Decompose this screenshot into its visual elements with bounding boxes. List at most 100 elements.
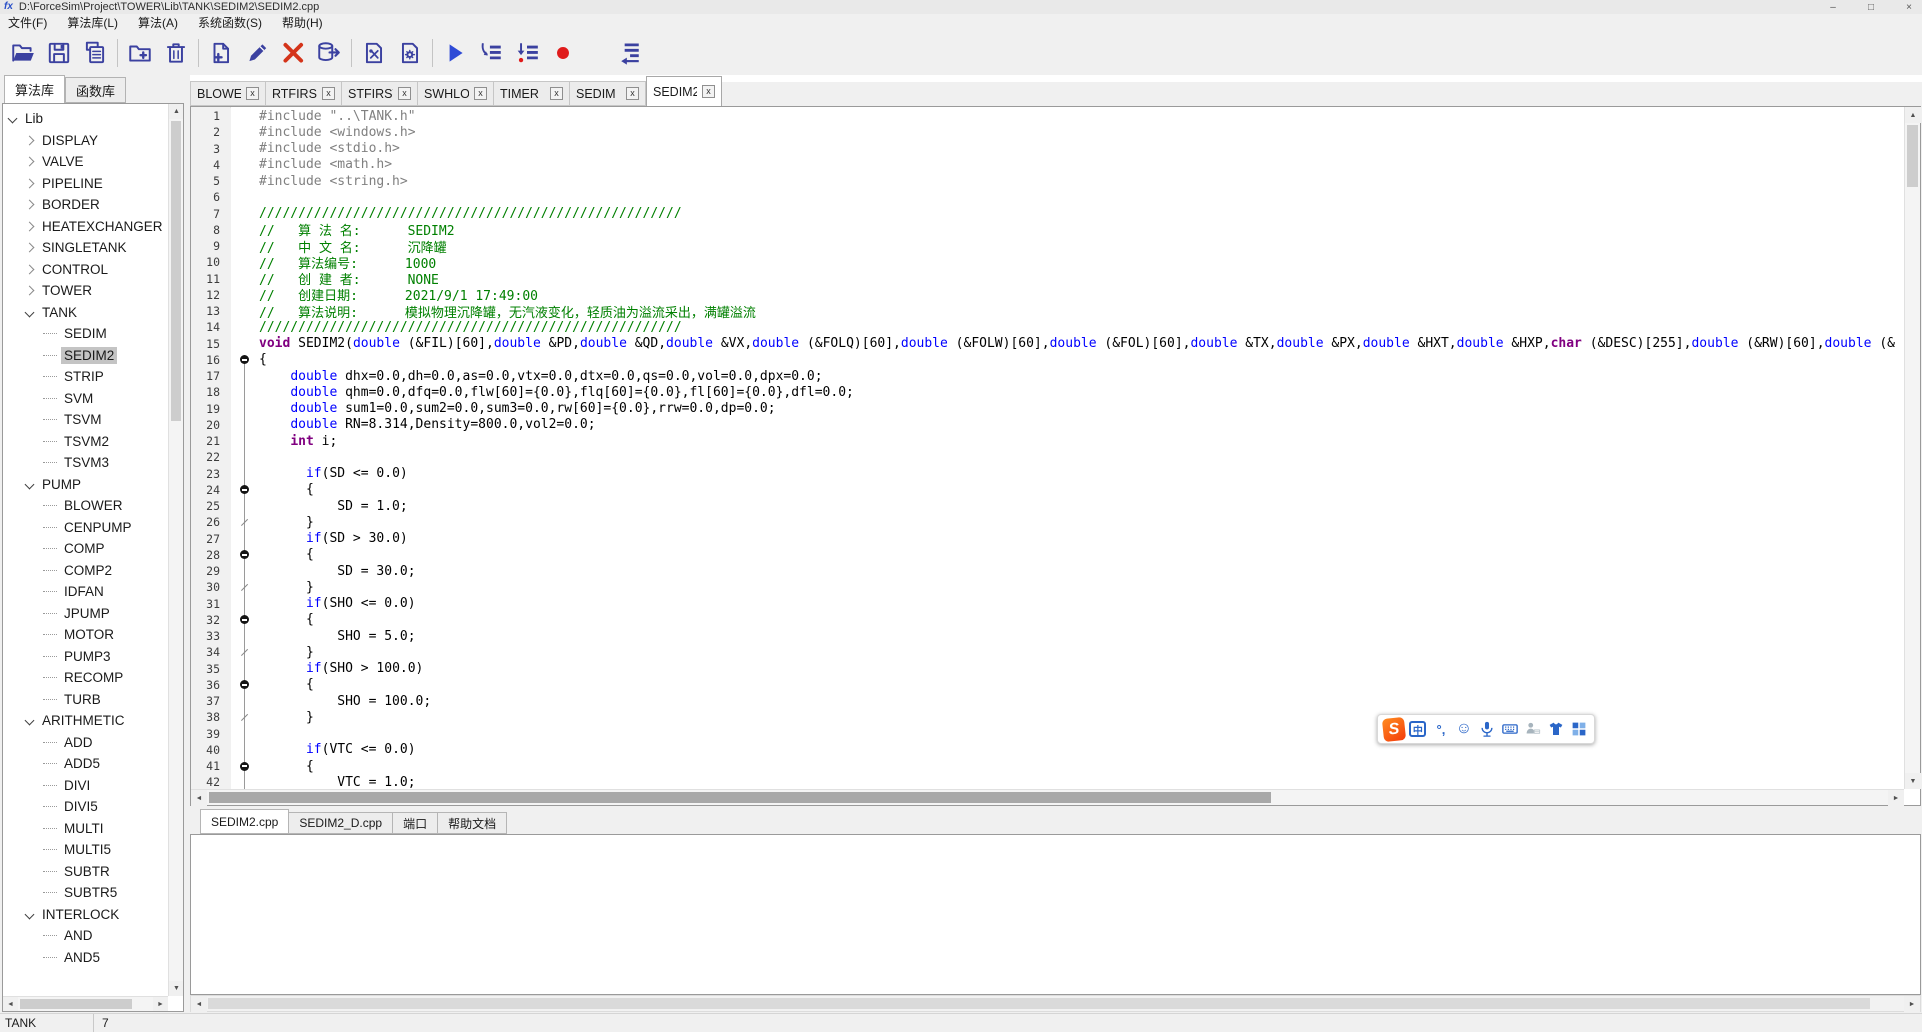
tree-item-tsvm[interactable]: TSVM xyxy=(3,409,168,431)
scroll-left-arrow[interactable]: ◄ xyxy=(191,790,207,806)
code-line-37[interactable]: 37 SHO = 100.0; xyxy=(191,693,1904,709)
close-tab-icon[interactable]: x xyxy=(398,87,411,100)
close-tab-icon[interactable]: x xyxy=(322,87,335,100)
output-horizontal-scrollbar[interactable]: ◄ ► xyxy=(190,995,1921,1012)
scroll-right-arrow[interactable]: ► xyxy=(1888,790,1904,806)
collapse-icon[interactable] xyxy=(240,762,249,771)
close-tab-icon[interactable]: x xyxy=(702,85,715,98)
editor-tab-sedim2[interactable]: SEDIM2x xyxy=(646,76,722,106)
step-return-button[interactable] xyxy=(611,36,647,70)
code-line-9[interactable]: 9// 中 文 名: 沉降罐 xyxy=(191,238,1904,254)
editor-vertical-scrollbar[interactable]: ▲ ▼ xyxy=(1904,107,1920,789)
fold-marker[interactable] xyxy=(231,612,259,628)
fold-marker[interactable] xyxy=(231,352,259,368)
tree-item-sedim[interactable]: SEDIM xyxy=(3,323,168,345)
editor-tab-swhlo[interactable]: SWHLOx xyxy=(418,81,494,106)
scrollbar-thumb[interactable] xyxy=(171,121,181,421)
code-line-33[interactable]: 33 SHO = 5.0; xyxy=(191,628,1904,644)
fold-marker[interactable] xyxy=(231,547,259,563)
code-line-29[interactable]: 29 SD = 30.0; xyxy=(191,563,1904,579)
code-line-42[interactable]: 42 VTC = 1.0; xyxy=(191,774,1904,789)
code-line-16[interactable]: 16{ xyxy=(191,352,1904,368)
close-tab-icon[interactable]: x xyxy=(550,87,563,100)
document-tab-端口[interactable]: 端口 xyxy=(393,812,438,834)
tree-item-sedim2[interactable]: SEDIM2 xyxy=(3,345,168,367)
code-line-2[interactable]: 2#include <windows.h> xyxy=(191,124,1904,140)
record-button[interactable] xyxy=(545,36,581,70)
code-line-31[interactable]: 31 if(SHO <= 0.0) xyxy=(191,596,1904,612)
chevron-down-icon[interactable] xyxy=(25,479,35,489)
code-line-26[interactable]: 26 } xyxy=(191,514,1904,530)
scrollbar-thumb[interactable] xyxy=(20,999,132,1009)
step-into-button[interactable] xyxy=(473,36,509,70)
tree-item-subtr5[interactable]: SUBTR5 xyxy=(3,882,168,904)
code-line-40[interactable]: 40 if(VTC <= 0.0) xyxy=(191,742,1904,758)
fold-marker[interactable] xyxy=(231,579,259,595)
chevron-right-icon[interactable] xyxy=(25,200,35,210)
tree-vertical-scrollbar[interactable]: ▲ ▼ xyxy=(168,104,183,996)
scroll-right-arrow[interactable]: ► xyxy=(1904,996,1920,1012)
code-line-41[interactable]: 41 { xyxy=(191,758,1904,774)
file-tools-button[interactable] xyxy=(356,36,392,70)
dict-button[interactable] xyxy=(1523,717,1543,741)
toolbox-button[interactable] xyxy=(1569,717,1589,741)
close-tab-icon[interactable]: x xyxy=(626,87,639,100)
menu-item-5[interactable]: 帮助(H) xyxy=(282,14,323,31)
code-line-38[interactable]: 38 } xyxy=(191,709,1904,725)
emoji-button[interactable]: ☺ xyxy=(1454,717,1474,741)
tree-item-cenpump[interactable]: CENPUMP xyxy=(3,517,168,539)
tree-item-divi[interactable]: DIVI xyxy=(3,775,168,797)
editor-tab-blower[interactable]: BLOWERx xyxy=(190,81,266,106)
tree-item-blower[interactable]: BLOWER xyxy=(3,495,168,517)
code-line-27[interactable]: 27 if(SD > 30.0) xyxy=(191,531,1904,547)
sogou-logo[interactable]: S xyxy=(1382,716,1406,741)
code-line-35[interactable]: 35 if(SHO > 100.0) xyxy=(191,661,1904,677)
tree-item-multi5[interactable]: MULTI5 xyxy=(3,839,168,861)
tree-item-strip[interactable]: STRIP xyxy=(3,366,168,388)
code-line-21[interactable]: 21 int i; xyxy=(191,433,1904,449)
menu-item-4[interactable]: 系统函数(S) xyxy=(198,14,262,31)
tree-item-turb[interactable]: TURB xyxy=(3,689,168,711)
tree-item-pump[interactable]: PUMP xyxy=(3,474,168,496)
document-tab-sedim2.cpp[interactable]: SEDIM2.cpp xyxy=(200,809,289,834)
code-line-10[interactable]: 10// 算法编号: 1000 xyxy=(191,254,1904,270)
minimize-button[interactable]: – xyxy=(1826,2,1840,13)
code-line-7[interactable]: 7///////////////////////////////////////… xyxy=(191,206,1904,222)
maximize-button[interactable]: □ xyxy=(1864,2,1878,13)
code-line-6[interactable]: 6 xyxy=(191,189,1904,205)
chinese-mode-button[interactable]: 中 xyxy=(1408,717,1428,741)
fold-marker[interactable] xyxy=(231,482,259,498)
fold-marker[interactable] xyxy=(231,644,259,660)
chevron-down-icon[interactable] xyxy=(25,909,35,919)
collapse-icon[interactable] xyxy=(240,485,249,494)
save-button[interactable] xyxy=(41,36,77,70)
editor-tab-rtfirst[interactable]: RTFIRSTx xyxy=(266,81,342,106)
chevron-right-icon[interactable] xyxy=(25,243,35,253)
scroll-down-arrow[interactable]: ▼ xyxy=(169,981,184,996)
tree-item-pump3[interactable]: PUMP3 xyxy=(3,646,168,668)
code-line-19[interactable]: 19 double sum1=0.0,sum2=0.0,sum3=0.0,rw[… xyxy=(191,401,1904,417)
code-line-12[interactable]: 12// 创建日期: 2021/9/1 17:49:00 xyxy=(191,287,1904,303)
tree-item-tower[interactable]: TOWER xyxy=(3,280,168,302)
tree-item-valve[interactable]: VALVE xyxy=(3,151,168,173)
code-line-30[interactable]: 30 } xyxy=(191,579,1904,595)
file-settings-button[interactable] xyxy=(392,36,428,70)
code-line-1[interactable]: 1#include "..\TANK.h" xyxy=(191,108,1904,124)
close-button[interactable]: × xyxy=(1902,2,1916,13)
edit-pencil-button[interactable] xyxy=(239,36,275,70)
code-line-34[interactable]: 34 } xyxy=(191,644,1904,660)
chevron-right-icon[interactable] xyxy=(25,264,35,274)
tree-item-heatexchanger[interactable]: HEATEXCHANGER xyxy=(3,216,168,238)
tree-item-motor[interactable]: MOTOR xyxy=(3,624,168,646)
scrollbar-thumb[interactable] xyxy=(208,998,1870,1009)
menu-item-1[interactable]: 文件(F) xyxy=(8,14,47,31)
run-button[interactable] xyxy=(437,36,473,70)
collapse-icon[interactable] xyxy=(240,615,249,624)
tree-item-control[interactable]: CONTROL xyxy=(3,259,168,281)
close-tab-icon[interactable]: x xyxy=(246,87,259,100)
tree-item-subtr[interactable]: SUBTR xyxy=(3,861,168,883)
code-line-17[interactable]: 17 double dhx=0.0,dh=0.0,as=0.0,vtx=0.0,… xyxy=(191,368,1904,384)
tree-item-recomp[interactable]: RECOMP xyxy=(3,667,168,689)
fold-marker[interactable] xyxy=(231,677,259,693)
tree-item-singletank[interactable]: SINGLETANK xyxy=(3,237,168,259)
